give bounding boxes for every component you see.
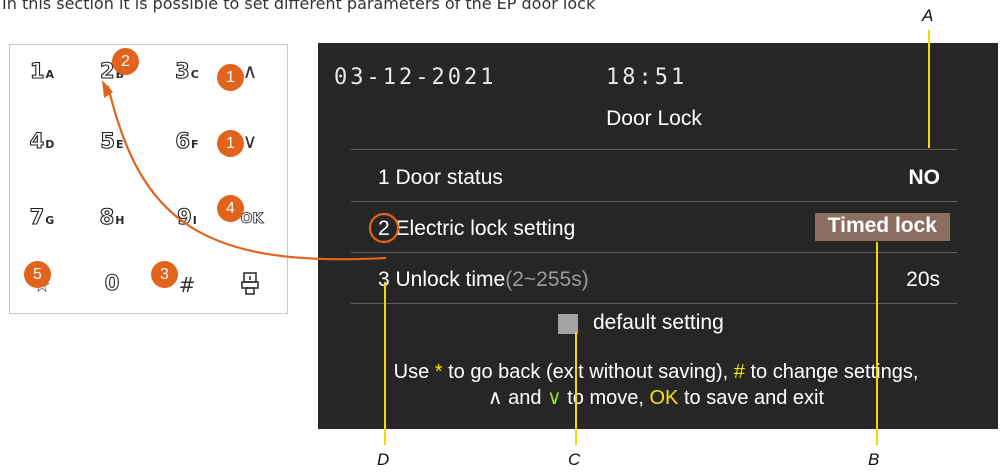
hint-text: to change settings, [744, 361, 919, 383]
ok-key-label: OK [240, 211, 264, 228]
instructions: Use * to go back (exit without saving), … [318, 359, 994, 411]
hint-star: * [434, 361, 443, 383]
door-lock-key[interactable] [220, 271, 280, 299]
key-5[interactable]: 5E [82, 128, 142, 153]
step-badge-5: 5 [24, 261, 51, 288]
default-setting-label: default setting [593, 311, 724, 334]
key-letter: E [116, 138, 124, 151]
step-badge-1-down: 1 [217, 130, 244, 157]
callout-a: A [922, 6, 934, 25]
screen-time: 18:51 [606, 65, 688, 90]
door-lock-screen: 03-12-2021 18:51 Door Lock 1 Door status… [318, 43, 998, 429]
key-letter: I [192, 214, 197, 227]
key-digit: 7 [29, 204, 45, 229]
key-0[interactable]: 0 [82, 270, 142, 295]
key-1[interactable]: 1A [12, 58, 72, 83]
key-letter: H [115, 214, 125, 227]
hint-down: ∨ [547, 387, 562, 409]
key-digit: 5 [100, 128, 116, 153]
key-9[interactable]: 9I [157, 204, 217, 229]
hint-text: to move, [561, 387, 650, 409]
electric-lock-value[interactable]: Timed lock [814, 213, 950, 241]
intro-text: In this section it is possible to set di… [2, 0, 596, 13]
screen-title: Door Lock [606, 107, 702, 130]
key-digit: 8 [99, 204, 115, 229]
chevron-down-icon: ∨ [242, 129, 258, 153]
electric-lock-setting-label: Electric lock setting [395, 217, 576, 240]
key-3[interactable]: 3C [157, 58, 217, 83]
unlock-time-range: (2~255s) [505, 268, 589, 291]
key-letter: G [45, 214, 55, 227]
key-digit: 0 [104, 270, 120, 295]
unlock-time-value: 20s [906, 268, 940, 291]
key-letter: A [45, 68, 55, 81]
unlock-time-label: 3 Unlock time [378, 268, 506, 291]
hint-text: Use [393, 361, 435, 383]
hint-text: to go back (exit without saving), [442, 361, 734, 383]
door-status-label[interactable]: 1 Door status [378, 166, 503, 190]
key-4[interactable]: 4D [12, 128, 72, 153]
key-letter: C [190, 68, 199, 81]
step-badge-2: 2 [112, 48, 139, 75]
step-badge-4: 4 [217, 195, 244, 222]
chevron-up-icon: ∧ [242, 59, 258, 83]
electric-lock-setting-row[interactable]: 2 Electric lock setting [378, 217, 575, 241]
default-setting-checkbox[interactable] [558, 314, 578, 334]
step-badge-3: 3 [151, 261, 178, 288]
hint-up: ∧ [487, 387, 503, 409]
key-digit: 4 [29, 128, 45, 153]
hint-ok: OK [649, 387, 679, 409]
instructions-line-1: Use * to go back (exit without saving), … [318, 359, 994, 385]
hash-icon: # [178, 273, 196, 297]
screen-date: 03-12-2021 [334, 65, 497, 90]
hint-text: and [502, 387, 548, 409]
key-letter: D [45, 138, 55, 151]
divider [351, 303, 957, 304]
key-letter: F [191, 138, 199, 151]
hint-text: to save and exit [678, 387, 825, 409]
instructions-line-2: ∧ and ∨ to move, OK to save and exit [318, 385, 994, 411]
key-8[interactable]: 8H [82, 204, 142, 229]
key-digit: 6 [175, 128, 191, 153]
divider [351, 252, 957, 253]
step-badge-1-up: 1 [217, 64, 244, 91]
key-digit: 3 [175, 58, 191, 83]
hint-hash: # [733, 361, 745, 383]
divider [351, 201, 957, 202]
key-digit: 9 [177, 204, 193, 229]
divider [351, 149, 957, 150]
key-digit: 1 [29, 58, 45, 83]
key-6[interactable]: 6F [157, 128, 217, 153]
callout-c: C [568, 450, 581, 469]
lock-icon [241, 272, 259, 295]
row-number: 2 [378, 217, 390, 240]
door-status-value: NO [908, 166, 941, 189]
callout-b: B [868, 450, 880, 469]
keypad: 1A 2B 3C ∧ 4D 5E 6F ∨ 7G 8H 9I OK ☆ 0 # … [9, 44, 288, 314]
callout-d: D [377, 450, 390, 469]
key-7[interactable]: 7G [12, 204, 72, 229]
unlock-time-row[interactable]: 3 Unlock time(2~255s) [378, 268, 589, 292]
